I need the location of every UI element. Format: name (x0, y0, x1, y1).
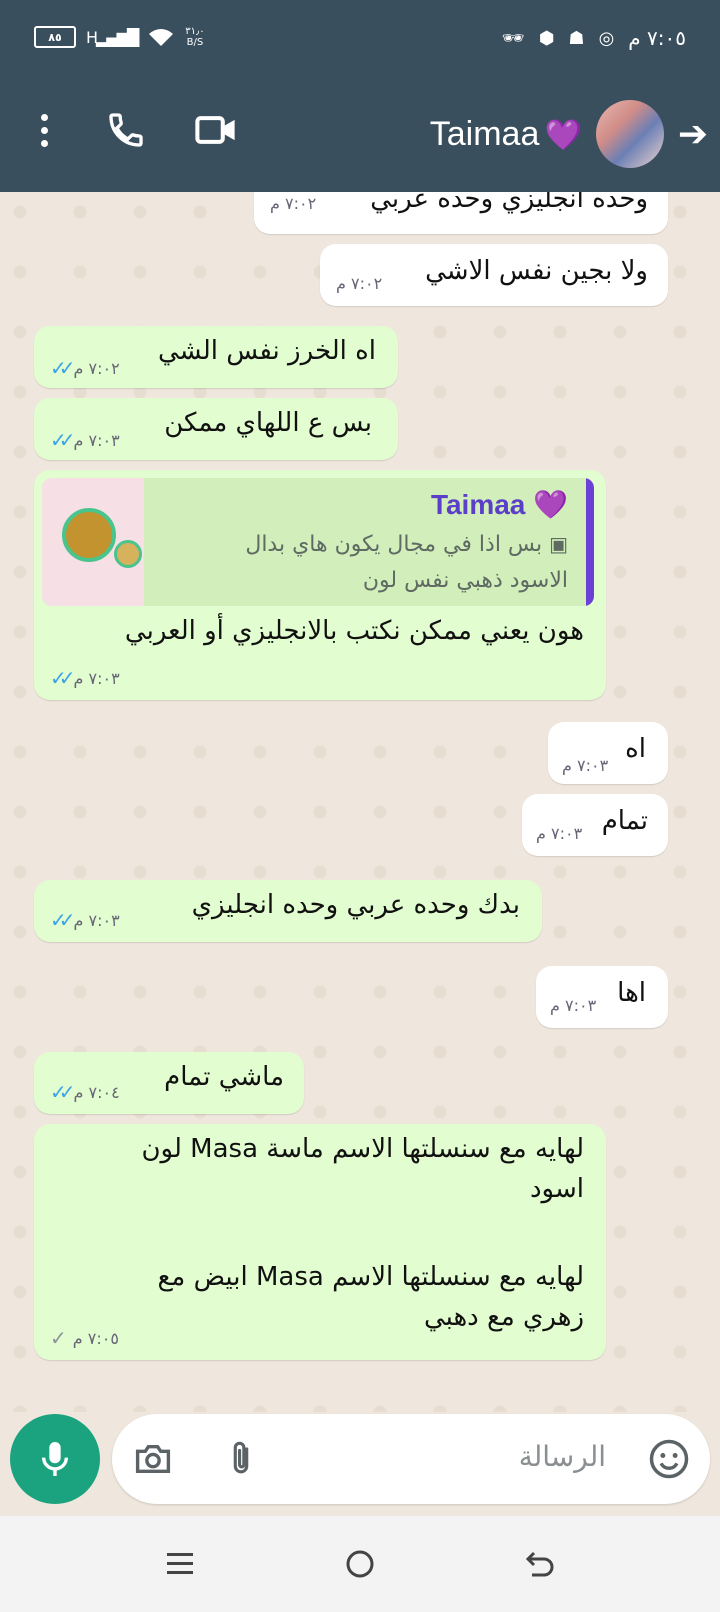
message-text: تمام (601, 806, 648, 836)
message-meta: ✓✓ ٧:٠٣ م (50, 908, 120, 932)
back-arrow-icon[interactable]: ➔ (678, 114, 708, 155)
system-nav-bar (0, 1516, 720, 1612)
message-bubble[interactable]: بس ع اللهاي ممكن ✓✓ ٧:٠٣ م (34, 398, 398, 460)
message-bubble[interactable]: اه الخرز نفس الشي ✓✓ ٧:٠٢ م (34, 326, 398, 388)
message-bubble[interactable]: بدك وحده عربي وحده انجليزي ✓✓ ٧:٠٣ م (34, 880, 542, 942)
message-bubble[interactable]: ولا بجين نفس الاشي ٧:٠٢ م (320, 244, 668, 306)
attach-button[interactable] (218, 1436, 264, 1482)
quoted-sender-name: Taimaa 💜 (430, 489, 568, 520)
photo-icon: ▣ (549, 532, 568, 556)
thumbnail-pacifier-shape (62, 508, 116, 562)
network-type: H▂▄▆█ (86, 27, 139, 47)
instagram-icon: ◎ (598, 27, 615, 49)
avatar[interactable] (595, 100, 664, 168)
contact-name-group[interactable]: Taimaa 💜 (430, 115, 582, 154)
emoji-icon (649, 1439, 689, 1479)
quoted-image-thumbnail (42, 478, 144, 606)
read-ticks-icon: ✓✓ (50, 908, 75, 932)
mic-icon (41, 1442, 69, 1476)
message-text: اها (617, 978, 646, 1008)
incognito-icon: 🕶 (501, 27, 525, 49)
read-ticks-icon: ✓✓ (50, 1080, 75, 1104)
message-time: ٧:٠٣ م (562, 756, 609, 775)
status-bar-left: ٨٥ H▂▄▆█ ٣١٫٠ B/S (34, 26, 205, 48)
recents-icon (167, 1553, 193, 1574)
message-bubble[interactable]: تمام ٧:٠٣ م (522, 794, 668, 856)
message-meta: ✓✓ ٧:٠٣ م (50, 428, 120, 452)
contact-emoji: 💜 (544, 117, 582, 153)
message-meta: ✓ ٧:٠٥ م (50, 1326, 119, 1350)
kebab-menu-icon[interactable] (30, 113, 58, 147)
wifi-icon (149, 29, 174, 46)
message-bubble[interactable]: ماشي تمام ✓✓ ٧:٠٤ م (34, 1052, 304, 1114)
contact-name[interactable]: Taimaa (430, 115, 540, 153)
message-bubble[interactable]: اه ٧:٠٣ م (548, 722, 668, 784)
message-meta: ✓✓ ٧:٠٣ م (50, 666, 120, 690)
home-button[interactable] (336, 1540, 384, 1588)
read-ticks-icon: ✓✓ (50, 428, 75, 452)
message-bubble[interactable]: اها ٧:٠٣ م (536, 966, 668, 1028)
message-time: ٧:٠٣ م (536, 824, 583, 843)
recents-button[interactable] (156, 1540, 204, 1588)
message-input-box[interactable]: الرسالة (112, 1414, 710, 1504)
message-text: ماشي تمام (164, 1062, 284, 1092)
home-icon (346, 1550, 374, 1578)
message-text: بدك وحده عربي وحده انجليزي (191, 890, 520, 920)
video-call-icon[interactable] (194, 112, 238, 148)
snapchat-icon: ☗ (568, 27, 585, 49)
message-text-line: لهايه مع سنسلتها الاسم Masa ابيض مع (157, 1262, 584, 1292)
contact-header[interactable]: Taimaa 💜 ➔ (430, 100, 708, 168)
quoted-message[interactable]: Taimaa 💜 ▣ بس اذا في مجال يكون هاي بدال … (42, 478, 594, 606)
message-text: هون يعني ممكن نكتب بالانجليزي أو العربي (124, 616, 584, 646)
message-text-line: اسود (529, 1174, 584, 1204)
back-nav-icon (525, 1551, 554, 1577)
network-speed: ٣١٫٠ B/S (185, 26, 205, 48)
header-actions (30, 110, 238, 150)
thumbnail-bead-shape (114, 540, 142, 568)
status-time: ٧:٠٥ م (628, 26, 686, 50)
phone-icon[interactable] (106, 110, 146, 150)
status-bar-right: 🕶 ⬢ ☗ ◎ ٧:٠٥ م (502, 26, 686, 50)
quoted-text-line-2: الاسود ذهبي نفس لون (362, 568, 568, 593)
message-meta: ✓✓ ٧:٠٢ م (50, 356, 120, 380)
message-time: ٧:٠٢ م (270, 194, 317, 213)
message-time: ٧:٠٢ م (336, 274, 383, 293)
read-ticks-icon: ✓✓ (50, 666, 75, 690)
emoji-button[interactable] (646, 1436, 692, 1482)
quoted-text-line-1: ▣ بس اذا في مجال يكون هاي بدال (245, 532, 568, 557)
chat-area[interactable]: وحده انجليزي وحده عربي ٧:٠٢ م ولا بجين ن… (0, 192, 720, 1412)
sent-tick-icon: ✓ (50, 1326, 67, 1350)
message-text-line: لهايه مع سنسلتها الاسم ماسة Masa لون (141, 1134, 584, 1164)
quote-accent-bar (586, 478, 594, 606)
camera-button[interactable] (130, 1436, 176, 1482)
message-text: اه (625, 734, 646, 764)
back-nav-button[interactable] (516, 1540, 564, 1588)
message-text: بس ع اللهاي ممكن (164, 408, 372, 438)
camera-icon (135, 1445, 171, 1473)
message-input[interactable]: الرسالة (519, 1440, 606, 1473)
message-text: ولا بجين نفس الاشي (425, 256, 648, 286)
message-time: ٧:٠٣ م (550, 996, 597, 1015)
message-bubble[interactable]: لهايه مع سنسلتها الاسم ماسة Masa لون اسو… (34, 1124, 606, 1360)
message-text: وحده انجليزي وحده عربي (370, 192, 648, 214)
top-bar: ٨٥ H▂▄▆█ ٣١٫٠ B/S 🕶 ⬢ ☗ ◎ ٧:٠٥ م Taimaa … (0, 0, 720, 192)
mic-button[interactable] (10, 1414, 100, 1504)
message-text: اه الخرز نفس الشي (157, 336, 376, 366)
battery-indicator: ٨٥ (34, 26, 76, 48)
android-icon: ⬢ (538, 27, 555, 49)
read-ticks-icon: ✓✓ (50, 356, 75, 380)
attach-icon (233, 1441, 249, 1474)
message-bubble[interactable]: وحده انجليزي وحده عربي ٧:٠٢ م (254, 192, 668, 234)
message-meta: ✓✓ ٧:٠٤ م (50, 1080, 120, 1104)
message-text-line: زهري مع دهبي (423, 1302, 584, 1332)
reply-message-bubble[interactable]: Taimaa 💜 ▣ بس اذا في مجال يكون هاي بدال … (34, 470, 606, 700)
